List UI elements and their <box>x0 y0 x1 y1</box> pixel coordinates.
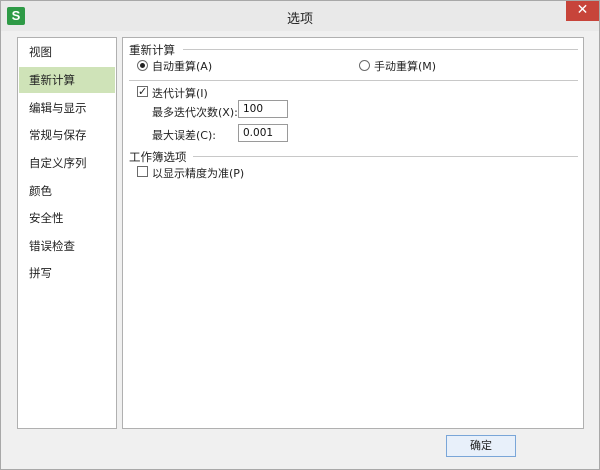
max-iterations-input[interactable] <box>238 100 288 118</box>
section-title-recalculation: 重新计算 <box>129 43 175 57</box>
checkmark-icon: ✓ <box>138 85 148 98</box>
sidebar-item-edit-display[interactable]: 编辑与显示 <box>19 95 115 121</box>
iterative-calc-label[interactable]: 迭代计算(I) <box>152 85 208 101</box>
ok-button[interactable]: 确定 <box>446 435 516 457</box>
dialog-title: 选项 <box>286 12 313 27</box>
sidebar-item-recalculation[interactable]: 重新计算 <box>19 67 115 93</box>
sidebar-item-view[interactable]: 视图 <box>19 39 115 65</box>
iterative-calc-checkbox[interactable]: ✓ <box>137 86 148 97</box>
section-divider <box>193 156 578 157</box>
auto-recalc-label[interactable]: 自动重算(A) <box>152 58 212 74</box>
sidebar-item-security[interactable]: 安全性 <box>19 205 115 231</box>
sidebar-item-spelling[interactable]: 拼写 <box>19 260 115 286</box>
max-iterations-label: 最多迭代次数(X): <box>152 106 238 119</box>
auto-recalc-radio[interactable] <box>137 60 148 71</box>
close-button[interactable]: ✕ <box>566 1 599 21</box>
manual-recalc-label[interactable]: 手动重算(M) <box>374 58 436 74</box>
manual-recalc-radio[interactable] <box>359 60 370 71</box>
title-bar: S 选项 ✕ <box>1 1 599 31</box>
sidebar-item-custom-lists[interactable]: 自定义序列 <box>19 150 115 176</box>
options-dialog: S 选项 ✕ 视图 重新计算 编辑与显示 常规与保存 自定义序列 颜色 安全性 … <box>0 0 600 470</box>
precision-as-displayed-checkbox[interactable] <box>137 166 148 177</box>
section-divider <box>183 49 578 50</box>
sidebar-item-color[interactable]: 颜色 <box>19 178 115 204</box>
options-panel: 重新计算 自动重算(A) 手动重算(M) ✓ 迭代计算(I) 最多迭代次数(X)… <box>122 37 584 429</box>
max-change-label: 最大误差(C): <box>152 129 216 142</box>
section-divider <box>129 80 578 81</box>
max-change-input[interactable] <box>238 124 288 142</box>
section-title-workbook: 工作簿选项 <box>129 150 187 164</box>
options-sidebar: 视图 重新计算 编辑与显示 常规与保存 自定义序列 颜色 安全性 错误检查 拼写 <box>17 37 117 429</box>
precision-as-displayed-label[interactable]: 以显示精度为准(P) <box>152 165 244 181</box>
sidebar-item-general-save[interactable]: 常规与保存 <box>19 122 115 148</box>
sidebar-item-error-checking[interactable]: 错误检查 <box>19 233 115 259</box>
